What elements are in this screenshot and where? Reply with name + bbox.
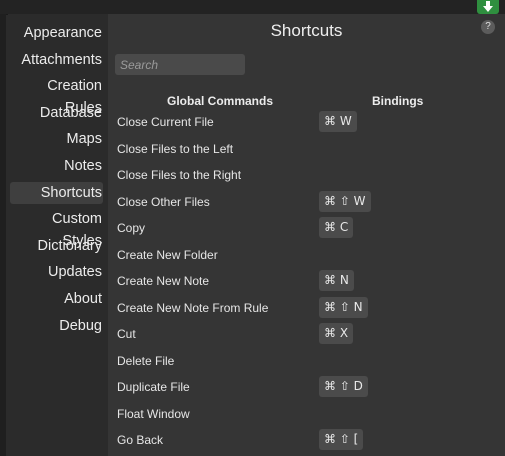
window-edge xyxy=(0,14,6,456)
command-name: Duplicate File xyxy=(117,380,190,394)
command-name: Go Back xyxy=(117,433,164,447)
command-name: Close Files to the Left xyxy=(117,141,234,156)
sidebar-item-attachments[interactable]: Attachments xyxy=(10,49,103,71)
window-top-bar xyxy=(0,0,505,15)
shortcuts-panel: Shortcuts ? Global Commands Bindings Clo… xyxy=(108,14,505,456)
sidebar-item-custom-styles[interactable]: Custom Styles xyxy=(10,208,103,249)
sidebar-item-database[interactable]: Database xyxy=(10,102,103,124)
command-name: Close Current File xyxy=(117,115,214,129)
key-binding[interactable]: ⌘ N xyxy=(319,270,354,291)
sidebar-item-appearance[interactable]: Appearance xyxy=(10,22,103,44)
command-name: Float Window xyxy=(117,406,190,421)
sidebar-item-about[interactable]: About xyxy=(10,288,103,310)
sidebar-item-maps[interactable]: Maps xyxy=(10,128,103,150)
search-input[interactable] xyxy=(115,54,245,75)
key-binding[interactable]: ⌘ ⇧ D xyxy=(319,376,368,397)
command-name: Delete File xyxy=(117,353,175,368)
key-binding[interactable]: ⌘ ⇧ N xyxy=(319,296,368,318)
command-name: Close Files to the Right xyxy=(117,168,242,182)
key-binding[interactable]: ⌘ ⇧ [ xyxy=(319,429,364,450)
key-binding[interactable]: ⌘ ⇧ W xyxy=(319,190,371,212)
key-binding[interactable]: ⌘ X xyxy=(319,323,354,344)
command-name: Create New Folder xyxy=(117,247,218,262)
sidebar-item-notes[interactable]: Notes xyxy=(10,155,103,177)
page-title: Shortcuts xyxy=(270,21,343,40)
sidebar-item-debug[interactable]: Debug xyxy=(10,315,103,337)
command-name: Create New Note xyxy=(117,274,210,288)
download-arrow-icon xyxy=(483,1,493,12)
sidebar-item-dictionary[interactable]: Dictionary xyxy=(10,235,103,257)
command-name: Create New Note From Rule xyxy=(117,300,269,315)
key-binding[interactable]: ⌘ W xyxy=(319,111,357,132)
sidebar-item-shortcuts[interactable]: Shortcuts xyxy=(10,181,103,204)
column-header-bindings: Bindings xyxy=(372,94,424,108)
column-header-commands: Global Commands xyxy=(167,94,274,108)
settings-sidebar: Appearance Attachments Creation Rules Datab… xyxy=(8,14,108,456)
command-name: Close Other Files xyxy=(117,194,210,209)
download-button[interactable] xyxy=(477,0,499,14)
command-name: Cut xyxy=(117,327,136,341)
sidebar-item-creation-rules[interactable]: Creation Rules xyxy=(10,75,103,116)
command-name: Copy xyxy=(117,221,146,235)
help-icon[interactable]: ? xyxy=(481,20,495,34)
sidebar-item-updates[interactable]: Updates xyxy=(10,261,103,283)
key-binding[interactable]: ⌘ C xyxy=(319,217,354,238)
